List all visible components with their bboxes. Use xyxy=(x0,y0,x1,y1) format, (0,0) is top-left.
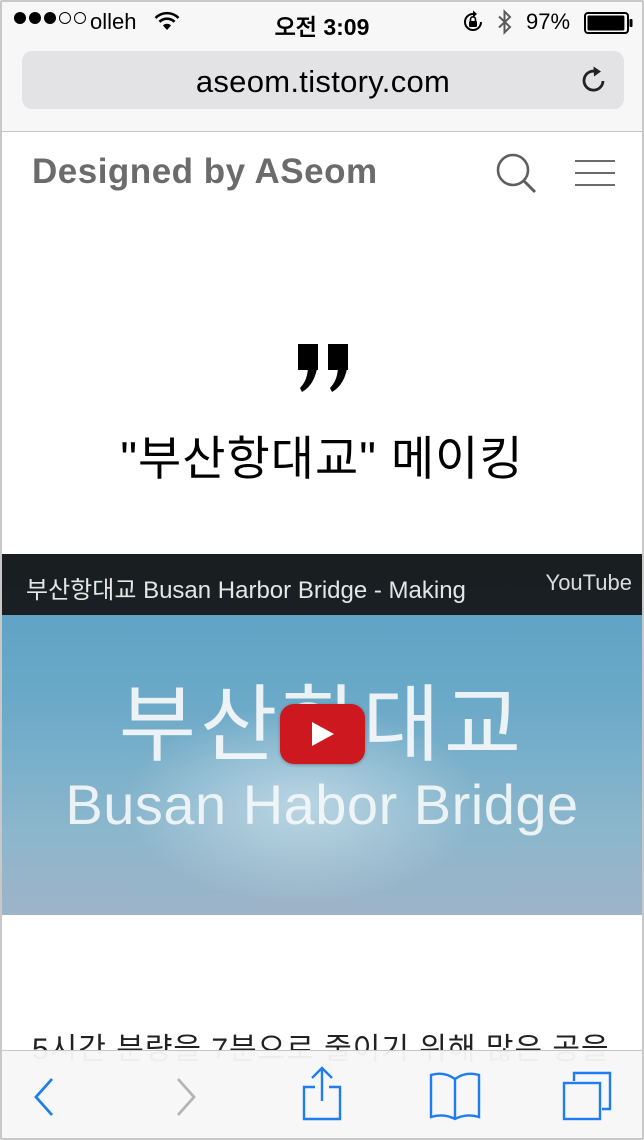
safari-window: olleh 오전 3:09 97% aseom.tistory.com Desi… xyxy=(0,0,644,1140)
url-text[interactable]: aseom.tistory.com xyxy=(22,64,624,100)
post-title: "부산항대교" 메이킹 xyxy=(120,432,524,485)
reload-icon[interactable] xyxy=(579,65,609,100)
battery-percent: 97% xyxy=(526,9,571,34)
quote-mark-icon xyxy=(296,342,352,399)
bookmarks-button[interactable] xyxy=(416,1051,496,1138)
chevron-left-icon xyxy=(34,1078,54,1116)
tabs-icon xyxy=(562,1071,612,1121)
book-icon xyxy=(429,1072,481,1121)
tabs-button[interactable] xyxy=(548,1051,628,1138)
site-title[interactable]: Designed by ASeom xyxy=(32,152,378,192)
play-button[interactable] xyxy=(280,704,365,764)
address-bar-area: aseom.tistory.com xyxy=(2,42,642,132)
chevron-right-icon xyxy=(176,1078,196,1116)
bottom-toolbar xyxy=(2,1050,642,1138)
back-button[interactable] xyxy=(12,1051,92,1138)
share-button[interactable] xyxy=(282,1051,362,1138)
search-icon[interactable] xyxy=(494,152,540,201)
youtube-logo[interactable]: YouTube xyxy=(546,570,632,596)
hamburger-menu-icon[interactable] xyxy=(574,159,616,192)
rotation-lock-icon xyxy=(460,9,486,41)
forward-button[interactable] xyxy=(150,1051,230,1138)
share-icon xyxy=(302,1066,342,1121)
video-overlay-english: Busan Habor Bridge xyxy=(65,773,579,836)
battery-icon xyxy=(584,12,634,40)
video-title-bar: 부산항대교 Busan Harbor Bridge - Making YouTu… xyxy=(2,554,642,615)
status-bar: olleh 오전 3:09 97% xyxy=(2,2,642,42)
play-icon xyxy=(312,722,334,746)
video-title[interactable]: 부산항대교 Busan Harbor Bridge - Making xyxy=(26,570,466,605)
embedded-video[interactable]: 부산항대교 Busan Habor Bridge 부산항대교 Busan Har… xyxy=(2,554,642,915)
bluetooth-icon xyxy=(496,9,514,41)
address-bar[interactable]: aseom.tistory.com xyxy=(22,51,624,109)
